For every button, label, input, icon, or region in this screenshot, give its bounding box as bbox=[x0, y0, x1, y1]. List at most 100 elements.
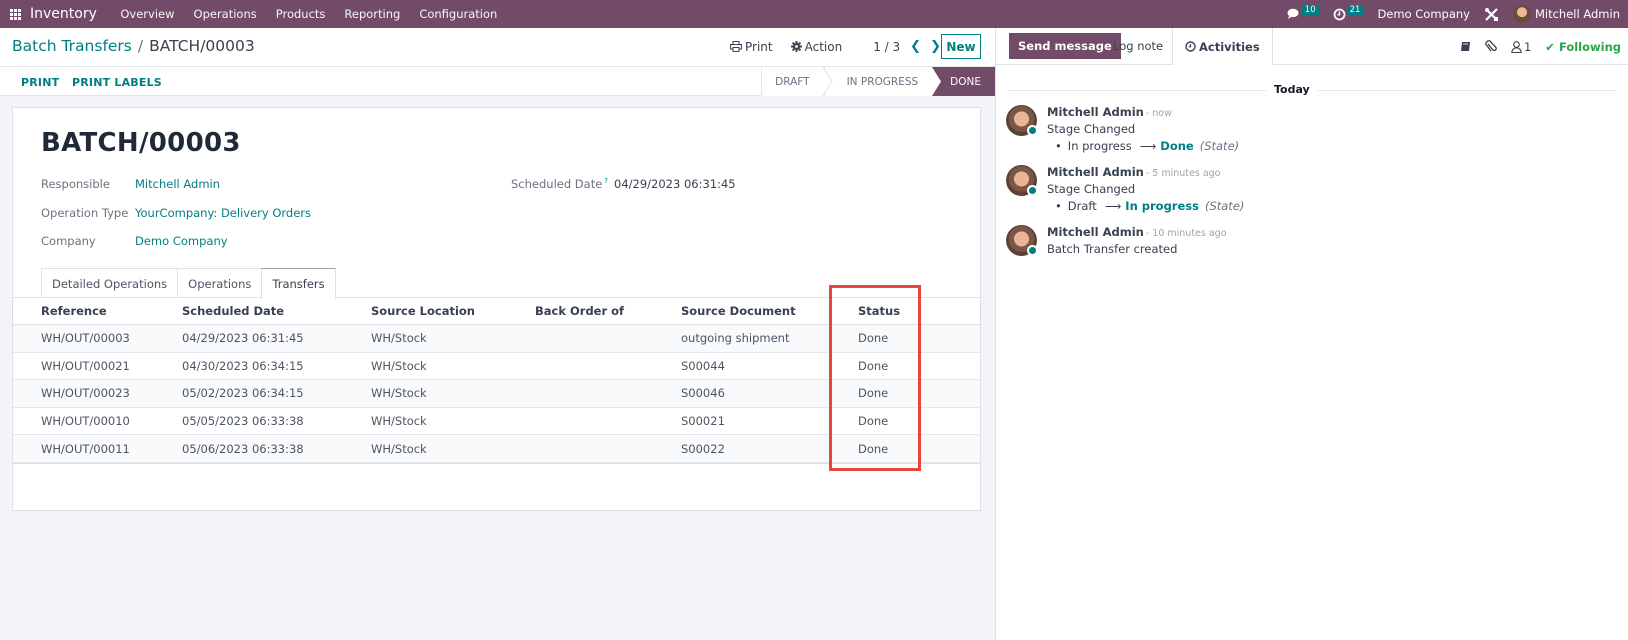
responsible-label: Responsible bbox=[41, 177, 110, 191]
chatter-topbar: Send message Log note Activities 1 ✔ Fol… bbox=[996, 28, 1628, 65]
action-dropdown[interactable]: Action bbox=[790, 40, 842, 54]
message-time: - 5 minutes ago bbox=[1145, 168, 1221, 179]
printer-icon bbox=[730, 41, 742, 52]
online-status-icon bbox=[1027, 185, 1038, 196]
app-name[interactable]: Inventory bbox=[30, 6, 97, 22]
knowledge-button[interactable] bbox=[1460, 41, 1471, 52]
cell-status: Done bbox=[858, 386, 889, 401]
stage-done[interactable]: DONE bbox=[932, 67, 995, 96]
old-value: In progress bbox=[1067, 139, 1132, 153]
chat-bubbles-icon bbox=[1287, 8, 1299, 19]
pager-next-icon[interactable]: ❯ bbox=[930, 39, 941, 54]
activities-badge: 21 bbox=[1346, 4, 1364, 16]
column-scheduled-date[interactable]: Scheduled Date bbox=[182, 304, 284, 318]
user-icon bbox=[1511, 40, 1522, 53]
operation-type-label: Operation Type bbox=[41, 206, 129, 220]
new-value: Done bbox=[1160, 139, 1194, 153]
tracked-field: (State) bbox=[1204, 199, 1245, 213]
cell-reference: WH/OUT/00003 bbox=[41, 331, 130, 346]
company-switcher[interactable]: Demo Company bbox=[1377, 7, 1470, 21]
gear-icon bbox=[790, 41, 802, 52]
menu-reporting[interactable]: Reporting bbox=[335, 7, 410, 21]
old-value: Draft bbox=[1067, 199, 1097, 213]
activities-label: Activities bbox=[1199, 39, 1260, 54]
followers-button[interactable]: 1 bbox=[1511, 40, 1531, 54]
cell-status: Done bbox=[858, 331, 889, 346]
column-status[interactable]: Status bbox=[858, 304, 900, 318]
control-panel: Batch Transfers / BATCH/00003 Print Acti… bbox=[0, 28, 995, 96]
tracked-field: (State) bbox=[1199, 139, 1240, 153]
responsible-value[interactable]: Mitchell Admin bbox=[135, 177, 220, 191]
top-navbar: Inventory Overview Operations Products R… bbox=[0, 0, 1628, 28]
attachments-button[interactable] bbox=[1485, 40, 1497, 53]
tab-operations[interactable]: Operations bbox=[177, 268, 263, 298]
stage-done-label: DONE bbox=[950, 75, 981, 88]
print-button[interactable]: PRINT bbox=[21, 76, 59, 89]
message-author: Mitchell Admin - now bbox=[1047, 105, 1172, 119]
cell-status: Done bbox=[858, 441, 889, 456]
message-body: Stage Changed bbox=[1047, 182, 1136, 196]
table-row[interactable]: WH/OUT/00003 04/29/2023 06:31:45 WH/Stock o… bbox=[13, 325, 980, 353]
check-icon: ✔ bbox=[1545, 39, 1555, 54]
table-row[interactable]: WH/OUT/00023 05/02/2023 06:34:15 WH/Stock S… bbox=[13, 380, 980, 408]
column-source-document[interactable]: Source Document bbox=[681, 304, 796, 318]
user-menu[interactable]: Mitchell Admin bbox=[1512, 5, 1620, 23]
messages-button[interactable]: 10 bbox=[1287, 4, 1319, 20]
cell-source-document: S00021 bbox=[681, 414, 725, 429]
following-button[interactable]: ✔ Following bbox=[1545, 40, 1621, 54]
tracking-value: • Draft ⟶ In progress (State) bbox=[1055, 199, 1244, 213]
activities-button[interactable]: Activities bbox=[1172, 28, 1273, 65]
column-source-location[interactable]: Source Location bbox=[371, 304, 475, 318]
menu-operations[interactable]: Operations bbox=[184, 7, 266, 21]
pager-previous-icon[interactable]: ❮ bbox=[910, 39, 921, 54]
tab-transfers[interactable]: Transfers bbox=[261, 268, 336, 299]
author-name[interactable]: Mitchell Admin bbox=[1047, 225, 1144, 239]
menu-overview[interactable]: Overview bbox=[111, 7, 184, 21]
breadcrumb-separator: / bbox=[137, 37, 144, 55]
pager-value[interactable]: 1 / 3 bbox=[873, 40, 900, 54]
pager: 1 / 3 ❮ ❯ bbox=[873, 39, 950, 54]
help-tooltip-icon[interactable]: ? bbox=[604, 177, 608, 185]
menu-products[interactable]: Products bbox=[266, 7, 335, 21]
cell-source-document: S00044 bbox=[681, 358, 725, 373]
stage-in-progress[interactable]: IN PROGRESS bbox=[823, 67, 933, 96]
user-name: Mitchell Admin bbox=[1534, 7, 1620, 21]
tab-detailed-operations[interactable]: Detailed Operations bbox=[41, 268, 179, 298]
author-name[interactable]: Mitchell Admin bbox=[1047, 105, 1144, 119]
bullet-icon: • bbox=[1055, 139, 1062, 153]
send-message-button[interactable]: Send message bbox=[1009, 33, 1121, 59]
company-value[interactable]: Demo Company bbox=[135, 234, 228, 248]
print-labels-button[interactable]: PRINT LABELS bbox=[72, 76, 162, 89]
stage-chevron-icon bbox=[822, 67, 833, 96]
stage-draft-label: DRAFT bbox=[775, 75, 810, 88]
status-bar: DRAFT IN PROGRESS DONE bbox=[761, 67, 995, 96]
chatter-panel: Send message Log note Activities 1 ✔ Fol… bbox=[995, 28, 1628, 640]
new-button[interactable]: New bbox=[941, 34, 981, 59]
author-name[interactable]: Mitchell Admin bbox=[1047, 165, 1144, 179]
operation-type-value[interactable]: YourCompany: Delivery Orders bbox=[135, 206, 311, 220]
print-label: Print bbox=[745, 39, 773, 54]
scheduled-date-value[interactable]: 04/29/2023 06:31:45 bbox=[614, 177, 736, 191]
print-dropdown[interactable]: Print bbox=[730, 40, 773, 54]
table-header: Reference Scheduled Date Source Location… bbox=[13, 298, 980, 325]
debug-tools-button[interactable] bbox=[1484, 7, 1499, 22]
column-back-order-of[interactable]: Back Order of bbox=[535, 304, 624, 318]
table-row[interactable]: WH/OUT/00021 04/30/2023 06:34:15 WH/Stock S… bbox=[13, 353, 980, 381]
apps-menu-button[interactable] bbox=[0, 8, 30, 20]
stage-draft[interactable]: DRAFT bbox=[761, 67, 833, 96]
column-reference[interactable]: Reference bbox=[41, 304, 107, 318]
activities-button[interactable]: 21 bbox=[1333, 4, 1364, 21]
menu-configuration[interactable]: Configuration bbox=[410, 7, 507, 21]
breadcrumb-batch-transfers[interactable]: Batch Transfers bbox=[12, 37, 132, 55]
table-row[interactable]: WH/OUT/00010 05/05/2023 06:33:38 WH/Stock S… bbox=[13, 408, 980, 436]
new-value: In progress bbox=[1125, 199, 1199, 213]
paperclip-icon bbox=[1485, 40, 1497, 52]
log-note-button[interactable]: Log note bbox=[1113, 33, 1163, 59]
cell-source-location: WH/Stock bbox=[371, 386, 427, 401]
company-label: Company bbox=[41, 234, 96, 248]
arrow-right-icon: ⟶ bbox=[1139, 139, 1157, 153]
stage-in-progress-label: IN PROGRESS bbox=[846, 75, 919, 88]
cell-source-location: WH/Stock bbox=[371, 414, 427, 429]
table-row[interactable]: WH/OUT/00011 05/06/2023 06:33:38 WH/Stock S… bbox=[13, 435, 980, 463]
form-header: PRINT PRINT LABELS DRAFT IN PROGRESS DON… bbox=[0, 66, 995, 96]
